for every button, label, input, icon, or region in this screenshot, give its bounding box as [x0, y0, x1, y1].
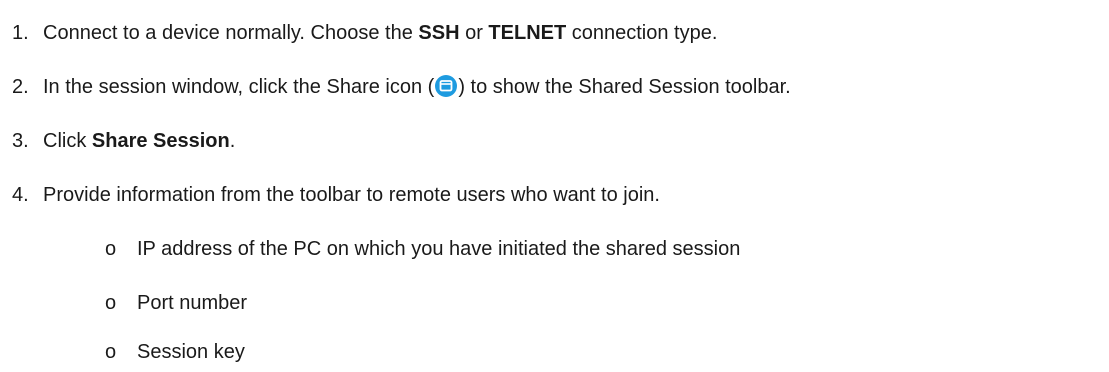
step-number: 2.: [12, 76, 29, 98]
telnet-label: TELNET: [488, 22, 567, 44]
bullet: o: [105, 341, 117, 363]
ssh-label: SSH: [418, 22, 460, 44]
share-icon: [435, 75, 458, 97]
sub-item-text: IP address of the PC on which you have i…: [137, 238, 741, 260]
sub-item-text: Session key: [137, 341, 245, 363]
step-text: Provide information from the toolbar to …: [43, 184, 660, 206]
step-number: 3.: [12, 130, 29, 152]
instructions-document: 1. Connect to a device normally. Choose …: [0, 0, 1109, 370]
share-session-label: Share Session: [91, 130, 230, 152]
sub-item-text: Port number: [137, 292, 248, 314]
step-number: 1.: [12, 22, 29, 44]
bullet: o: [105, 238, 117, 260]
step-text: Click Share Session.: [43, 130, 236, 152]
step-number: 4.: [12, 184, 29, 206]
step-text: In the session window, click the Share i…: [43, 75, 791, 98]
step-text: Connect to a device normally. Choose the…: [43, 22, 718, 44]
bullet: o: [105, 292, 117, 314]
